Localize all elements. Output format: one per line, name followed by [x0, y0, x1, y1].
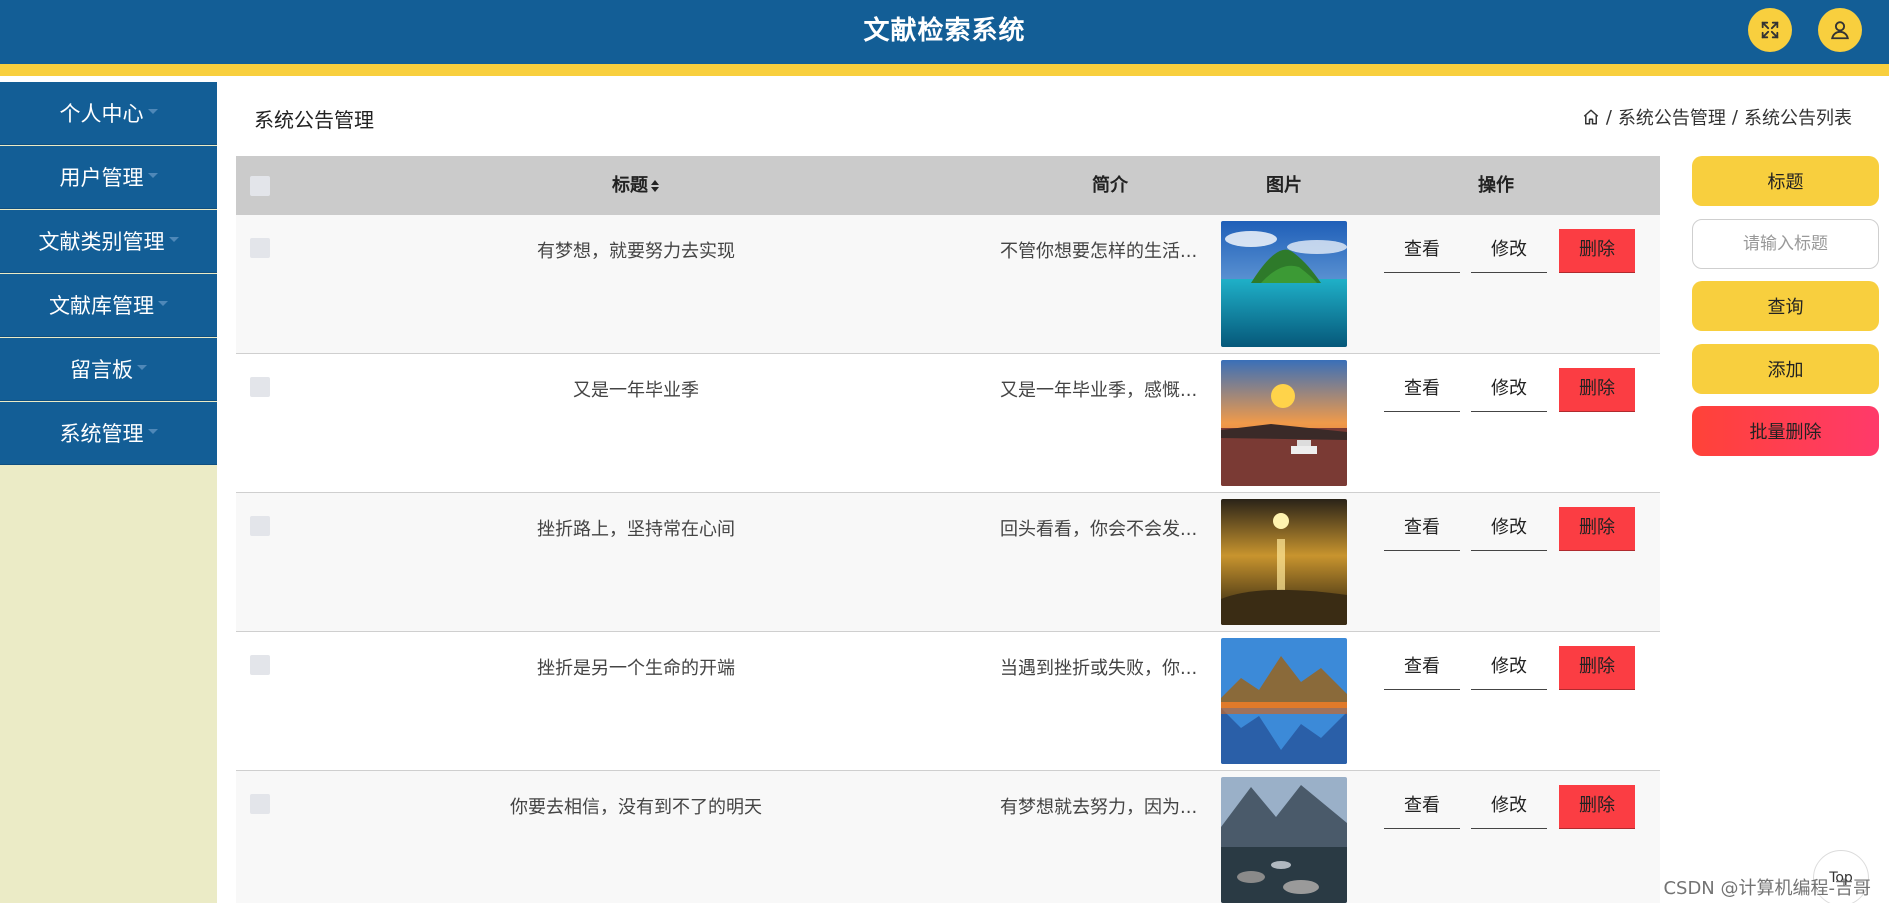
edit-button[interactable]: 修改	[1471, 785, 1547, 829]
caret-down-icon	[147, 428, 158, 434]
table-header: 标题 简介 图片 操作	[236, 156, 1660, 215]
row-intro: 有梦想就去努力，因为...	[1000, 797, 1198, 818]
add-button[interactable]: 添加	[1692, 344, 1879, 394]
sunset-river-boat-image	[1221, 360, 1347, 486]
sidebar: 个人中心 用户管理 文献类别管理 文献库管理 留言板 系统管理	[0, 82, 217, 903]
breadcrumb-item[interactable]: 系统公告管理	[1618, 104, 1726, 130]
home-icon[interactable]	[1582, 108, 1600, 126]
row-image	[1221, 499, 1347, 625]
view-button[interactable]: 查看	[1384, 646, 1460, 690]
page-title: 系统公告管理	[254, 108, 374, 132]
delete-button[interactable]: 删除	[1559, 229, 1635, 273]
sidebar-item-label: 用户管理	[59, 166, 144, 190]
column-header-label: 标题	[612, 175, 648, 196]
row-title: 挫折路上，坚持常在心间	[537, 519, 735, 540]
column-header-title[interactable]: 标题	[236, 156, 1036, 215]
island-lagoon-image	[1221, 221, 1347, 347]
column-header-intro: 简介	[1092, 175, 1128, 196]
row-title: 你要去相信，没有到不了的明天	[510, 797, 762, 818]
delete-button[interactable]: 删除	[1559, 507, 1635, 551]
breadcrumb-item-current: 系统公告列表	[1744, 108, 1852, 129]
fullscreen-button[interactable]	[1748, 8, 1792, 52]
user-button[interactable]	[1818, 8, 1862, 52]
caret-down-icon	[147, 108, 158, 114]
mountain-stream-rocks-image	[1221, 777, 1347, 903]
edit-button[interactable]: 修改	[1471, 229, 1547, 273]
announcement-table: 标题 简介 图片 操作 有梦想，就要努力去实现 不管你想要怎样的生活... 查看…	[236, 156, 1660, 903]
header-accent-stripe	[0, 64, 1889, 76]
row-image	[1221, 638, 1347, 764]
caret-down-icon	[158, 300, 168, 306]
view-button[interactable]: 查看	[1384, 785, 1460, 829]
sidebar-item-label: 留言板	[70, 358, 133, 382]
row-title: 挫折是另一个生命的开端	[537, 658, 735, 679]
sidebar-item-user-management[interactable]: 用户管理	[0, 146, 217, 209]
delete-button[interactable]: 删除	[1559, 646, 1635, 690]
table-row: 又是一年毕业季 又是一年毕业季，感慨... 查看 修改 删除	[236, 354, 1660, 493]
table-row: 挫折路上，坚持常在心间 回头看看，你会不会发... 查看 修改 删除	[236, 493, 1660, 632]
table-row: 有梦想，就要努力去实现 不管你想要怎样的生活... 查看 修改 删除	[236, 215, 1660, 354]
title-search-input[interactable]	[1692, 219, 1879, 269]
user-icon	[1831, 21, 1849, 40]
sidebar-item-label: 文献类别管理	[38, 230, 165, 254]
row-intro: 又是一年毕业季，感慨...	[1000, 380, 1198, 401]
delete-button[interactable]: 删除	[1559, 368, 1635, 412]
view-button[interactable]: 查看	[1384, 229, 1460, 273]
breadcrumb-separator: /	[1731, 106, 1738, 128]
column-header-actions: 操作	[1478, 175, 1514, 196]
row-image	[1221, 777, 1347, 903]
breadcrumb-separator: /	[1605, 106, 1612, 128]
sidebar-item-library-management[interactable]: 文献库管理	[0, 274, 217, 337]
sidebar-item-label: 文献库管理	[49, 294, 154, 318]
sidebar-item-message-board[interactable]: 留言板	[0, 338, 217, 401]
row-intro: 当遇到挫折或失败，你...	[1000, 658, 1198, 679]
sidebar-item-category-management[interactable]: 文献类别管理	[0, 210, 217, 273]
query-button[interactable]: 查询	[1692, 281, 1879, 331]
edit-button[interactable]: 修改	[1471, 507, 1547, 551]
sort-icon[interactable]	[650, 179, 660, 193]
caret-down-icon	[147, 172, 158, 178]
row-intro: 回头看看，你会不会发...	[1000, 519, 1198, 540]
table-row: 你要去相信，没有到不了的明天 有梦想就去努力，因为... 查看 修改 删除	[236, 771, 1660, 903]
view-button[interactable]: 查看	[1384, 507, 1460, 551]
row-intro: 不管你想要怎样的生活...	[1000, 241, 1198, 262]
table-row: 挫折是另一个生命的开端 当遇到挫折或失败，你... 查看 修改 删除	[236, 632, 1660, 771]
sidebar-item-system-management[interactable]: 系统管理	[0, 402, 217, 465]
delete-button[interactable]: 删除	[1559, 785, 1635, 829]
view-button[interactable]: 查看	[1384, 368, 1460, 412]
batch-delete-button[interactable]: 批量删除	[1692, 406, 1879, 456]
row-title: 有梦想，就要努力去实现	[537, 241, 735, 262]
mountain-lake-reflection-image	[1221, 638, 1347, 764]
row-image	[1221, 221, 1347, 347]
fullscreen-icon	[1761, 21, 1779, 39]
caret-down-icon	[168, 236, 179, 242]
breadcrumb: / 系统公告管理 / 系统公告列表	[1582, 104, 1852, 130]
sidebar-item-personal-center[interactable]: 个人中心	[0, 82, 217, 145]
sunset-sea-shore-image	[1221, 499, 1347, 625]
edit-button[interactable]: 修改	[1471, 646, 1547, 690]
sidebar-item-label: 系统管理	[59, 422, 144, 446]
row-image	[1221, 360, 1347, 486]
search-field-label: 标题	[1692, 156, 1879, 206]
row-title: 又是一年毕业季	[573, 380, 699, 401]
column-header-image: 图片	[1266, 175, 1302, 196]
caret-down-icon	[137, 364, 147, 370]
watermark: CSDN @计算机编程-吉哥	[1663, 878, 1871, 899]
sidebar-item-label: 个人中心	[59, 102, 144, 126]
app-title: 文献检索系统	[863, 16, 1026, 46]
edit-button[interactable]: 修改	[1471, 368, 1547, 412]
